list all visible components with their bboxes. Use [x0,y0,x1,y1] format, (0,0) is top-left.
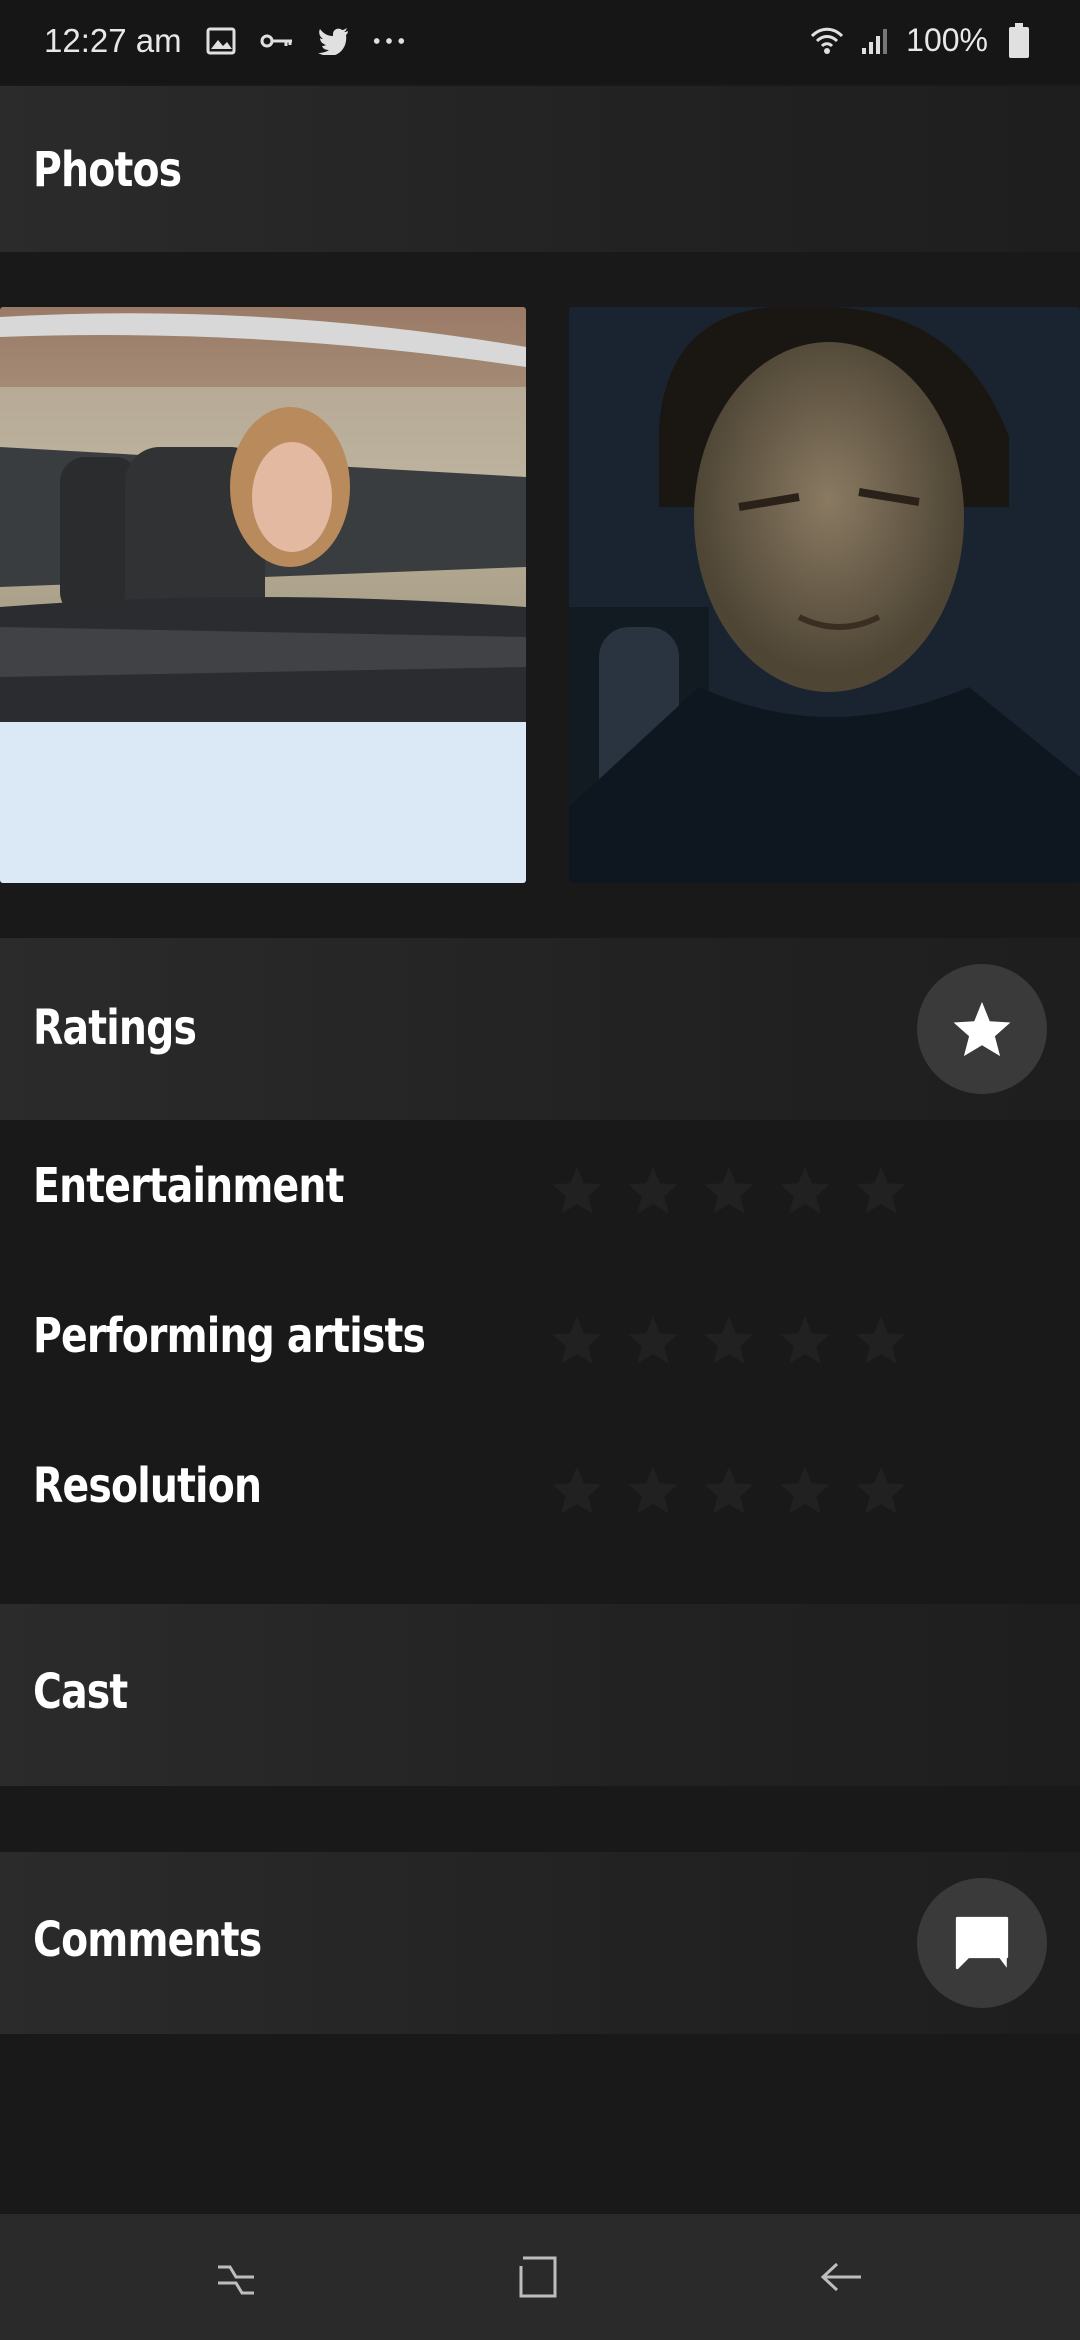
star-icon[interactable] [702,1313,756,1367]
star-icon[interactable] [702,1463,756,1517]
recent-apps-button[interactable] [206,2247,266,2307]
twitter-icon [316,24,350,58]
system-nav-bar [0,2214,1080,2340]
comment-button[interactable] [917,1878,1047,2008]
home-icon [519,2256,557,2298]
rating-label: Performing artists [33,1308,426,1364]
ratings-title: Ratings [33,1000,197,1056]
star-icon[interactable] [626,1463,680,1517]
star-icon[interactable] [854,1163,908,1217]
star-icon[interactable] [626,1313,680,1367]
star-icon[interactable] [854,1463,908,1517]
rating-label: Resolution [33,1458,262,1514]
star-rating[interactable] [550,1163,908,1217]
star-rating[interactable] [550,1313,908,1367]
more-dots-icon [372,24,406,58]
home-button[interactable] [508,2247,568,2307]
star-icon[interactable] [550,1463,604,1517]
signal-icon [858,24,892,58]
image-icon [204,24,238,58]
comments-title: Comments [33,1912,262,1968]
star-icon[interactable] [626,1163,680,1217]
recent-apps-icon [218,2265,254,2295]
battery-percentage: 100% [906,22,988,58]
photos-header: Photos [0,86,1080,252]
photo-thumbnail-1[interactable] [0,307,526,883]
key-icon [260,24,294,58]
status-time: 12:27 am [44,22,182,59]
star-icon[interactable] [778,1313,832,1367]
battery-icon [1002,22,1036,58]
back-arrow-icon [820,2262,861,2292]
photos-title: Photos [33,142,182,198]
star-icon[interactable] [550,1163,604,1217]
rating-label: Entertainment [33,1158,344,1214]
wifi-icon [810,24,844,58]
star-icon [953,1001,1011,1057]
comment-icon [955,1916,1009,1970]
rate-button[interactable] [917,964,1047,1094]
star-icon[interactable] [778,1163,832,1217]
photo-thumbnail-2[interactable] [569,307,1080,883]
cast-header[interactable]: Cast [0,1604,1080,1786]
star-icon[interactable] [550,1313,604,1367]
star-icon[interactable] [778,1463,832,1517]
status-bar: 12:27 am 100% [0,0,1080,84]
star-icon[interactable] [854,1313,908,1367]
star-rating[interactable] [550,1463,908,1517]
back-button[interactable] [812,2247,872,2307]
star-icon[interactable] [702,1163,756,1217]
cast-title: Cast [33,1664,128,1720]
